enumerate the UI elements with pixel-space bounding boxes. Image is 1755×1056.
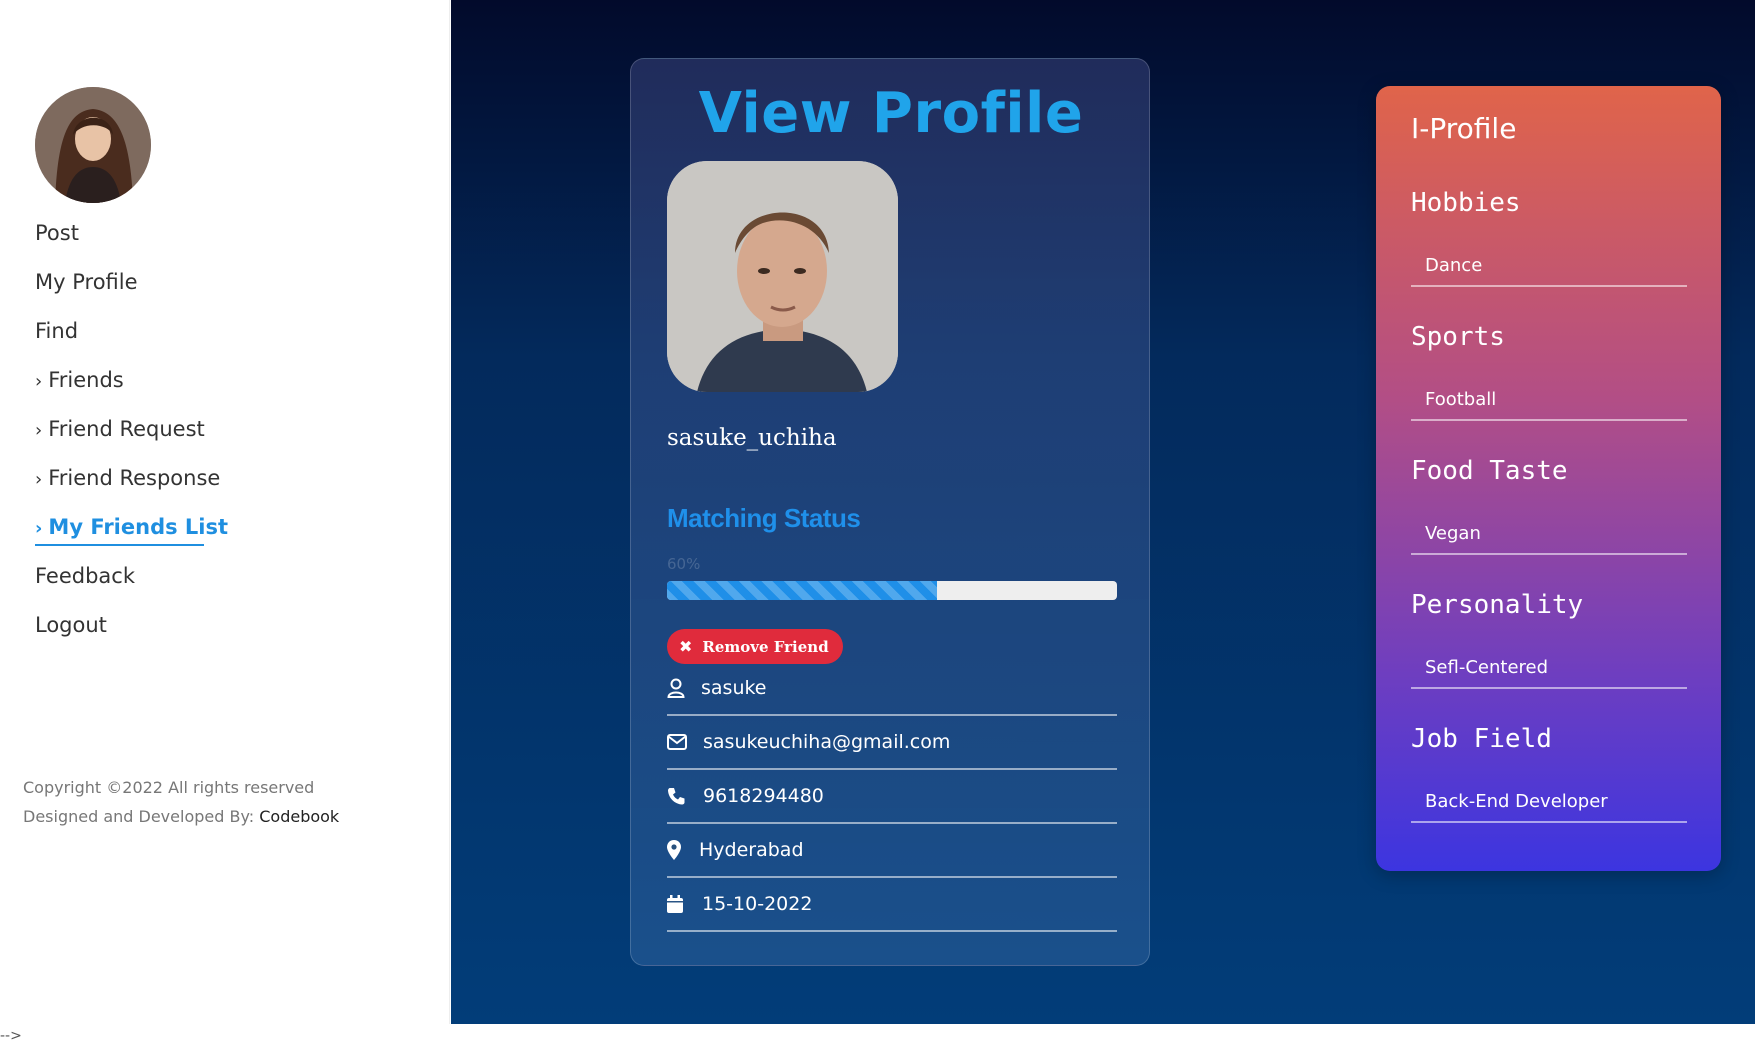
profile-username: sasuke_uchiha: [667, 425, 837, 451]
copyright-line: Copyright ©2022 All rights reserved: [23, 778, 315, 797]
user-avatar[interactable]: [35, 87, 151, 203]
info-location: Hyderabad: [699, 839, 804, 861]
i-profile-job-field: Job Field Back-End Developer: [1411, 724, 1687, 823]
matching-progress-bar: [667, 581, 1117, 600]
sidebar-item-friend-response[interactable]: › Friend Response: [35, 459, 228, 508]
map-pin-icon: [667, 840, 699, 860]
sidebar-nav: ›Post ›My Profile ›Find ›Friends ›Friend…: [35, 214, 228, 655]
calendar-icon: [667, 895, 702, 913]
info-date: 15-10-2022: [702, 893, 813, 915]
sidebar-item-find[interactable]: ›Find: [35, 312, 228, 361]
i-profile-label: Personality: [1411, 590, 1584, 620]
envelope-icon: [667, 734, 703, 750]
i-profile-value: Football: [1411, 384, 1687, 421]
info-row-email: sasukeuchiha@gmail.com: [667, 716, 1117, 770]
profile-photo: [667, 161, 898, 392]
user-icon: [667, 678, 701, 698]
i-profile-panel: I-Profile Hobbies Dance Sports Football …: [1376, 86, 1721, 871]
close-icon: ✖: [679, 637, 693, 656]
info-name: sasuke: [701, 677, 767, 699]
i-profile-label: Hobbies: [1411, 188, 1521, 218]
i-profile-value: Sefl-Centered: [1411, 652, 1687, 689]
profile-card: View Profile sasuke_uchiha Matching Stat…: [630, 58, 1150, 966]
phone-icon: [667, 787, 703, 805]
sidebar-item-friends[interactable]: › Friends: [35, 361, 228, 410]
brand-link[interactable]: Codebook: [259, 807, 339, 826]
i-profile-personality: Personality Sefl-Centered: [1411, 590, 1687, 689]
i-profile-label: Job Field: [1411, 724, 1552, 754]
info-row-location: Hyderabad: [667, 824, 1117, 878]
i-profile-label: Sports: [1411, 322, 1505, 352]
remove-friend-button[interactable]: ✖ Remove Friend: [667, 629, 843, 664]
sidebar-item-post[interactable]: ›Post: [35, 214, 228, 263]
matching-percent-label: 60%: [667, 555, 701, 573]
i-profile-value: Back-End Developer: [1411, 786, 1687, 823]
copyright: Copyright ©2022 All rights reserved Desi…: [23, 773, 339, 831]
page-title: View Profile: [698, 81, 1084, 146]
sidebar-item-logout[interactable]: ›Logout: [35, 606, 228, 655]
info-email: sasukeuchiha@gmail.com: [703, 731, 951, 753]
matching-progress-fill: [667, 581, 937, 600]
matching-status-title: Matching Status: [667, 503, 861, 533]
i-profile-hobbies: Hobbies Dance: [1411, 188, 1687, 287]
info-row-date: 15-10-2022: [667, 878, 1117, 932]
i-profile-food-taste: Food Taste Vegan: [1411, 456, 1687, 555]
i-profile-sports: Sports Football: [1411, 322, 1687, 421]
credits-line: Designed and Developed By: Codebook: [23, 807, 340, 826]
sidebar-item-friend-request[interactable]: › Friend Request: [35, 410, 228, 459]
sidebar-item-feedback[interactable]: ›Feedback: [35, 557, 228, 606]
i-profile-value: Vegan: [1411, 518, 1687, 555]
sidebar: ›Post ›My Profile ›Find ›Friends ›Friend…: [0, 0, 450, 1024]
info-row-name: sasuke: [667, 662, 1117, 716]
i-profile-label: Food Taste: [1411, 456, 1568, 486]
sidebar-item-my-profile[interactable]: ›My Profile: [35, 263, 228, 312]
main-area: View Profile sasuke_uchiha Matching Stat…: [451, 0, 1755, 1024]
i-profile-value: Dance: [1411, 250, 1687, 287]
stray-comment-text: -->: [0, 1028, 22, 1044]
sidebar-item-my-friends-list[interactable]: › My Friends List: [35, 508, 228, 557]
i-profile-title: I-Profile: [1411, 112, 1517, 145]
info-phone: 9618294480: [703, 785, 824, 807]
remove-friend-label: Remove Friend: [702, 637, 829, 656]
active-underline: [35, 544, 204, 546]
info-row-phone: 9618294480: [667, 770, 1117, 824]
